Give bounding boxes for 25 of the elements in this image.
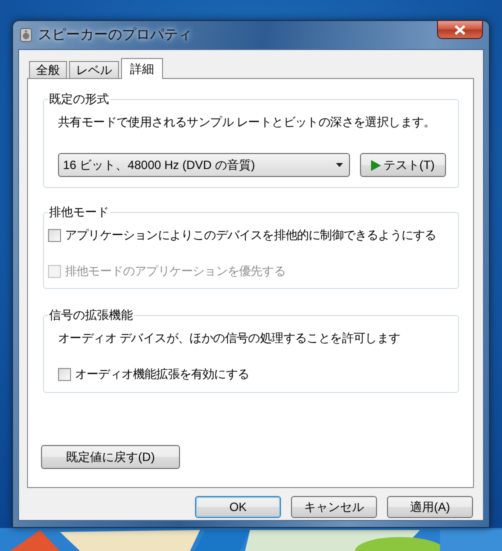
dialog-button[interactable]: キャンセル	[291, 496, 377, 518]
caret-icon	[336, 163, 343, 167]
play-icon	[371, 160, 382, 170]
dialog-button[interactable]: 適用(A)	[387, 496, 473, 518]
description: オーディオ デバイスが、ほかの信号の処理することを許可します	[58, 330, 402, 347]
dialog-button[interactable]: OK	[195, 496, 281, 518]
tab[interactable]: 詳細	[121, 58, 163, 79]
tab[interactable]: 全般	[29, 61, 67, 78]
restore-defaults-button[interactable]: 既定値に戻す(D)	[41, 445, 180, 469]
window-title: スピーカーのプロパティ	[38, 26, 192, 44]
close-icon	[454, 24, 466, 34]
checkbox-label: オーディオ機能拡張を有効にする	[75, 366, 250, 383]
speaker-icon	[20, 28, 32, 42]
checkbox-label: 排他モードのアプリケーションを優先する	[65, 263, 286, 280]
format-dropdown[interactable]: 16 ビット、48000 Hz (DVD の音質)	[58, 153, 350, 177]
description: 共有モードで使用されるサンプル レートとビットの深さを選択します。	[58, 114, 436, 131]
checkbox[interactable]	[58, 368, 71, 381]
group-title: 排他モード	[48, 204, 110, 221]
checkbox[interactable]	[48, 229, 61, 242]
checkbox-label: アプリケーションによりこのデバイスを排他的に制御できるようにする	[65, 227, 436, 244]
group-title: 既定の形式	[48, 91, 110, 108]
tab[interactable]: レベル	[69, 61, 119, 78]
group-title: 信号の拡張機能	[48, 307, 134, 324]
close-button[interactable]	[437, 20, 483, 39]
test-button[interactable]: テスト(T)	[360, 153, 446, 177]
